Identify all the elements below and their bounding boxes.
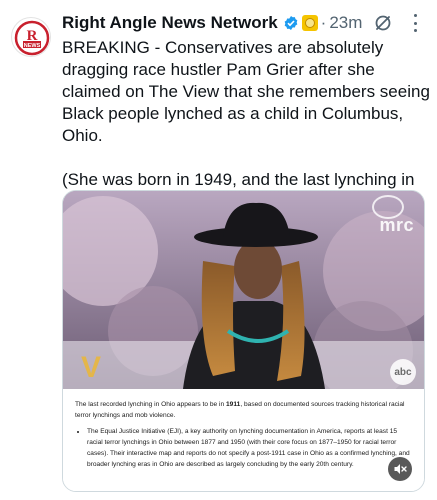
mrc-watermark: mrc [379, 215, 414, 235]
screenshot-caption: The last recorded lynching in Ohio appea… [63, 389, 424, 491]
separator-dot: · [320, 13, 327, 32]
video-frame[interactable]: mrc V abc [63, 191, 424, 389]
video-still-image [63, 191, 424, 389]
abc-logo: abc [390, 359, 416, 385]
the-view-logo: V [81, 351, 102, 384]
post-time[interactable]: 23m [329, 13, 362, 33]
author-name[interactable]: Right Angle News Network [62, 13, 278, 33]
right-angle-news-logo: R NEWS [14, 20, 50, 56]
media-card[interactable]: mrc V abc The last recorded lynching in … [62, 190, 425, 492]
verified-badge-icon [283, 15, 299, 31]
caption-list: The Equal Justice Initiative (EJI), a ke… [75, 426, 414, 470]
grok-icon[interactable] [374, 14, 392, 32]
svg-text:NEWS: NEWS [24, 43, 41, 49]
sound-muted-icon[interactable] [388, 457, 412, 481]
caption-bullet: The Equal Justice Initiative (EJI), a ke… [87, 426, 414, 470]
affiliate-badge-icon[interactable] [301, 15, 318, 31]
caption-intro: The last recorded lynching in Ohio appea… [75, 401, 405, 419]
more-icon[interactable] [412, 14, 418, 32]
post-text: BREAKING - Conservatives are absolutely … [62, 38, 430, 211]
avatar[interactable]: R NEWS [11, 17, 51, 57]
